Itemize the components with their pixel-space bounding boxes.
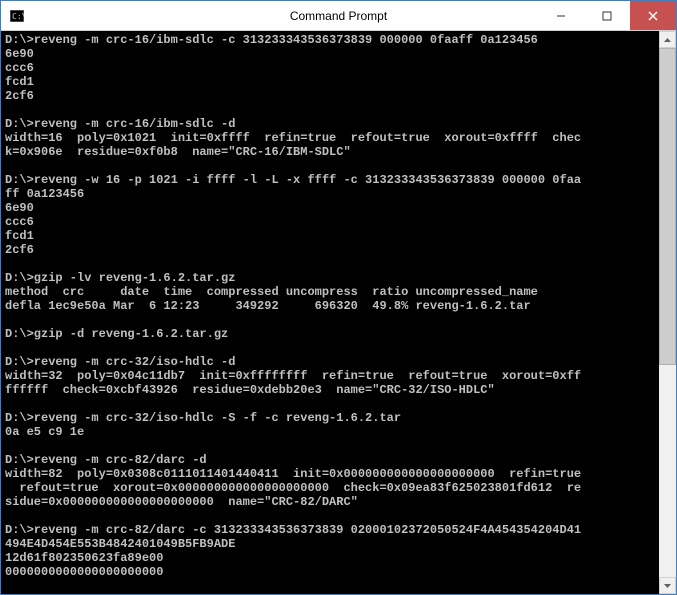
- minimize-button[interactable]: [538, 1, 584, 30]
- app-icon: C:\: [9, 8, 25, 24]
- terminal-area: D:\>reveng -m crc-16/ibm-sdlc -c 3132333…: [1, 31, 676, 594]
- scroll-up-button[interactable]: [659, 31, 676, 48]
- terminal-output[interactable]: D:\>reveng -m crc-16/ibm-sdlc -c 3132333…: [1, 31, 659, 594]
- close-button[interactable]: [630, 1, 676, 30]
- scrollbar[interactable]: [659, 31, 676, 594]
- titlebar[interactable]: C:\ Command Prompt: [1, 1, 676, 31]
- scroll-thumb[interactable]: [659, 48, 676, 365]
- window-controls: [538, 1, 676, 30]
- scroll-down-button[interactable]: [659, 577, 676, 594]
- maximize-button[interactable]: [584, 1, 630, 30]
- command-prompt-window: C:\ Command Prompt D:\>reveng -m crc-16/…: [0, 0, 677, 595]
- svg-text:C:\: C:\: [12, 12, 24, 21]
- scroll-track[interactable]: [659, 48, 676, 577]
